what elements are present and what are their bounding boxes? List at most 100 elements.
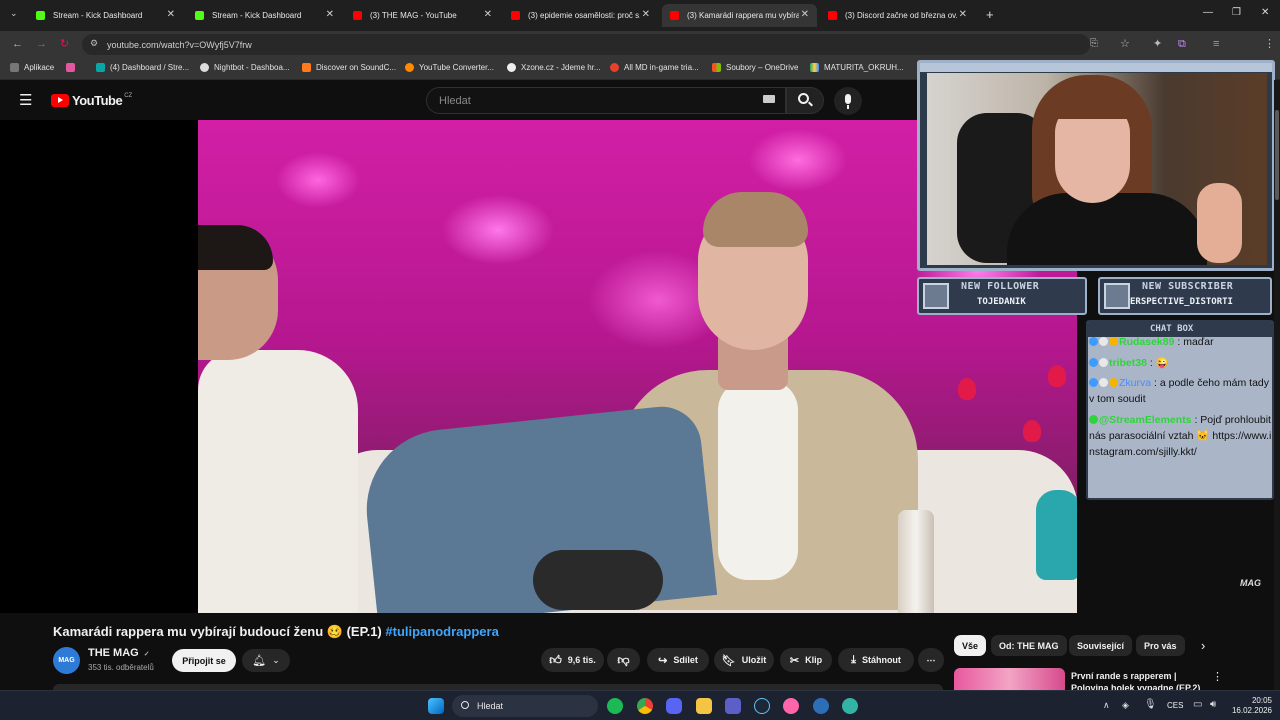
steam-icon[interactable]: [754, 698, 770, 714]
tab-discord[interactable]: (3) Discord začne od března ov... ✕: [820, 4, 975, 27]
reload-icon[interactable]: ↻: [60, 37, 69, 51]
recommended-thumbnail[interactable]: [954, 668, 1065, 690]
youtube-logo[interactable]: YouTube CZ: [51, 93, 132, 108]
download-button[interactable]: ⤓ Stáhnout: [838, 648, 914, 672]
bookmark-apps[interactable]: Aplikace: [10, 63, 54, 72]
channel-avatar[interactable]: MAG: [53, 647, 80, 674]
file-explorer-icon[interactable]: [696, 698, 712, 714]
close-icon[interactable]: ✕: [642, 9, 650, 20]
share-button[interactable]: ↪ Sdílet: [647, 648, 709, 672]
tray-app-icon[interactable]: ◈: [1122, 700, 1129, 711]
forward-arrow-icon[interactable]: →: [36, 37, 47, 51]
like-button[interactable]: 👍︎ 9,6 tis.: [541, 648, 604, 672]
tab-title: (3) Kamarádi rappera mu vybíra...: [687, 11, 799, 20]
video-title: Kamarádi rappera mu vybírají budoucí žen…: [53, 624, 499, 640]
bookmark-yt-converter[interactable]: YouTube Converter...: [405, 63, 494, 72]
clock-time: 20:05: [1251, 696, 1272, 705]
install-app-icon[interactable]: ⎘: [1090, 38, 1098, 49]
taskbar-clock[interactable]: 20:05 16.02.2026: [1228, 696, 1272, 716]
bookmark-dashboard[interactable]: (4) Dashboard / Stre...: [96, 63, 189, 72]
bookmark-label: Discover on SoundC...: [316, 63, 397, 72]
more-actions-button[interactable]: ⋯: [918, 648, 944, 672]
save-label: Uložit: [741, 655, 767, 665]
minimize-icon[interactable]: —: [1203, 7, 1213, 18]
close-icon[interactable]: ✕: [326, 9, 334, 20]
teams-icon[interactable]: [725, 698, 741, 714]
tab-kamaradi-active[interactable]: (3) Kamarádi rappera mu vybíra... ✕: [662, 4, 817, 27]
voice-search-button[interactable]: [834, 87, 862, 115]
windows-start-icon[interactable]: [428, 698, 444, 714]
chrome-icon[interactable]: [637, 698, 653, 714]
save-button[interactable]: 🔖︎ Uložit: [714, 648, 774, 672]
more-vertical-icon[interactable]: ⋮: [1212, 670, 1223, 683]
youtube-icon: [353, 11, 362, 20]
back-arrow-icon[interactable]: ←: [12, 37, 23, 51]
taskbar-search[interactable]: Hledat: [452, 695, 598, 717]
close-icon[interactable]: ✕: [959, 9, 967, 20]
discord-icon[interactable]: [666, 698, 682, 714]
search-button[interactable]: [786, 87, 824, 114]
bookmark-star-icon[interactable]: ☆: [1120, 37, 1130, 51]
bookmark-onedrive[interactable]: Soubory – OneDrive: [712, 63, 798, 72]
volume-icon[interactable]: 🔊︎: [1210, 699, 1216, 710]
spotify-icon[interactable]: [607, 698, 623, 714]
tab-kick-dashboard-1[interactable]: Stream - Kick Dashboard ✕: [28, 4, 183, 27]
menu-kebab-icon[interactable]: ⋮: [1264, 37, 1275, 51]
bookmark-md-triage[interactable]: All MD in-game tria...: [610, 63, 699, 72]
chip-all[interactable]: Vše: [954, 635, 987, 656]
hamburger-menu-icon[interactable]: ☰: [19, 91, 32, 109]
join-button[interactable]: Připojit se: [172, 649, 236, 672]
search-input[interactable]: Hledat: [426, 87, 786, 114]
globe-app-icon[interactable]: [842, 698, 858, 714]
webcam-frame: [917, 60, 1275, 271]
chevron-right-icon[interactable]: ›: [1201, 638, 1205, 653]
recommended-title[interactable]: První rande s rapperem | Polovina holek …: [1071, 670, 1211, 690]
tray-chevron-icon[interactable]: ∧: [1103, 700, 1110, 711]
channel-name[interactable]: THE MAG ✓: [88, 647, 150, 659]
bookmark-xzone[interactable]: Xzone.cz - Jdeme hr...: [507, 63, 601, 72]
chip-for-you[interactable]: Pro vás: [1136, 635, 1185, 656]
scrollbar-thumb[interactable]: [1275, 110, 1279, 200]
bookmark-maturita[interactable]: MATURITA_OKRUH...: [810, 63, 904, 72]
chat-box: CHAT BOX Rudasek89 : maďar tribet38 : 😜 …: [1086, 320, 1274, 500]
subscriber-count: 353 tis. odběratelů: [88, 663, 154, 672]
media-controls-icon[interactable]: ≡: [1213, 37, 1219, 51]
window-close-icon[interactable]: ✕: [1261, 7, 1269, 18]
dislike-button[interactable]: 👎︎: [607, 648, 640, 672]
address-bar[interactable]: ⚙ youtube.com/watch?v=OWyfj5V7frw ⎘: [82, 34, 1098, 55]
tab-search-chevron-icon[interactable]: ⌄: [10, 8, 18, 19]
close-icon[interactable]: ✕: [484, 9, 492, 20]
bookmark-soundcloud[interactable]: Discover on SoundC...: [302, 63, 396, 72]
osu-icon[interactable]: [783, 698, 799, 714]
chip-from-channel[interactable]: Od: THE MAG: [991, 635, 1067, 656]
hashtag-link[interactable]: #tulipanodrappera: [385, 624, 498, 639]
tab-kick-dashboard-2[interactable]: Stream - Kick Dashboard ✕: [187, 4, 342, 27]
tab-the-mag[interactable]: (3) THE MAG - YouTube ✕: [345, 4, 500, 27]
keyboard-icon[interactable]: [763, 95, 775, 103]
alert-title: NEW SUBSCRIBER: [1142, 281, 1234, 292]
heart-icon: [923, 283, 949, 309]
network-icon[interactable]: ▭: [1193, 699, 1202, 710]
close-icon[interactable]: ✕: [801, 9, 809, 20]
person-right-shirt: [718, 380, 798, 580]
language-indicator[interactable]: CES: [1167, 701, 1183, 710]
new-tab-plus-icon[interactable]: +: [986, 7, 994, 22]
restore-icon[interactable]: ❐: [1232, 7, 1241, 18]
site-info-icon[interactable]: ⚙: [90, 38, 98, 49]
close-icon[interactable]: ✕: [167, 9, 175, 20]
taskbar-search-placeholder: Hledat: [477, 701, 504, 711]
bookmark-nightbot[interactable]: Nightbot - Dashboa...: [200, 63, 290, 72]
clip-button[interactable]: ✂ Klip: [780, 648, 832, 672]
ccleaner-icon[interactable]: [813, 698, 829, 714]
puzzle-icon[interactable]: ⧉: [1178, 37, 1186, 51]
bookmark-label: Nightbot - Dashboa...: [214, 63, 290, 72]
extension-icon[interactable]: ✦: [1153, 37, 1162, 51]
tab-epidemie[interactable]: (3) epidemie osamělosti: proč s... ✕: [503, 4, 658, 27]
microphone-tray-icon[interactable]: 🎙︎: [1144, 699, 1157, 710]
bookmark-grid[interactable]: [66, 63, 80, 72]
notification-bell-button[interactable]: 🔔︎ ⌄: [242, 649, 290, 672]
video-player[interactable]: [0, 120, 1077, 613]
bookmark-icon: 🔖︎: [721, 654, 736, 667]
new-follower-alert: NEW FOLLOWER TOJEDANIK: [917, 277, 1087, 315]
chip-related[interactable]: Související: [1069, 635, 1133, 656]
